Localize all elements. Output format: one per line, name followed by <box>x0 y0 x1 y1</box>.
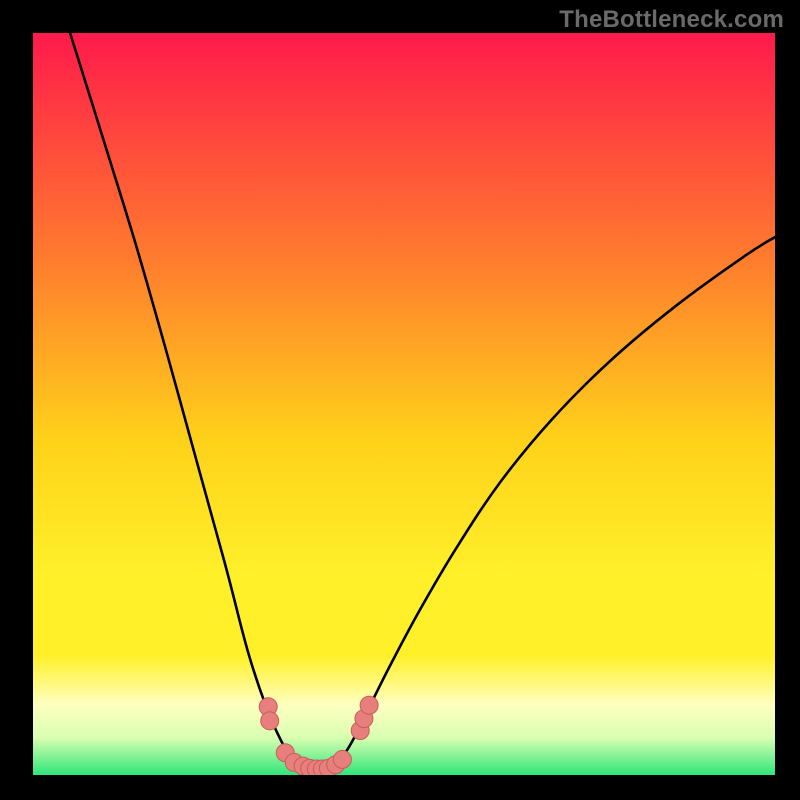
gradient-background <box>33 33 775 775</box>
data-marker <box>261 712 279 730</box>
plot-area <box>33 33 775 775</box>
data-marker <box>360 696 378 714</box>
chart-container: TheBottleneck.com <box>0 0 800 800</box>
data-marker <box>333 750 351 768</box>
watermark-text: TheBottleneck.com <box>559 6 784 34</box>
